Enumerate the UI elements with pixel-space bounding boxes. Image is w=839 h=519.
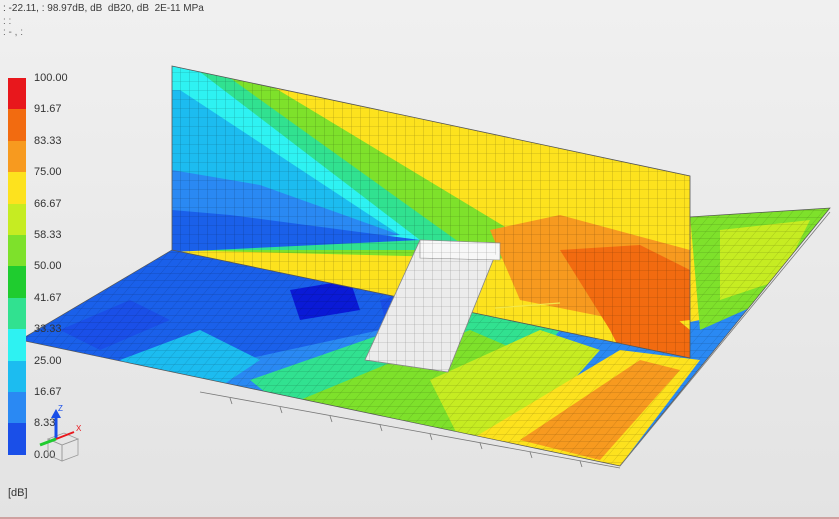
legend-value-label: 91.67 (34, 103, 62, 116)
legend-swatch (8, 423, 26, 455)
legend-value-label: 58.33 (34, 229, 62, 241)
z-axis-label: Z (58, 405, 63, 413)
legend-value-label: 16.67 (34, 386, 62, 398)
legend-value-label: 41.67 (34, 291, 62, 304)
legend-value-label: 100.00 (34, 72, 68, 84)
legend-swatch (8, 297, 26, 330)
legend-swatch (8, 329, 26, 361)
legend-swatch (8, 109, 26, 141)
legend-value-label: 25.00 (34, 354, 62, 367)
legend-swatch (8, 140, 26, 173)
legend-value-label: 50.00 (34, 260, 62, 273)
legend-value-label: 66.67 (34, 197, 62, 210)
legend-value-label: 83.33 (34, 134, 62, 147)
legend-value-label: 75.00 (34, 166, 62, 179)
legend-swatch (8, 391, 26, 424)
legend-swatch (8, 172, 26, 204)
legend-unit: [dB] (8, 487, 28, 499)
coordinate-triad[interactable]: Z X (34, 405, 84, 467)
legend-swatch (8, 78, 26, 110)
color-legend (8, 78, 26, 455)
legend-swatch (8, 203, 26, 235)
contour-plot-viewport[interactable] (0, 0, 839, 519)
x-axis-label: X (76, 424, 82, 433)
legend-swatch (8, 360, 26, 392)
legend-swatch (8, 234, 26, 267)
legend-swatch (8, 266, 26, 298)
legend-value-label: 33.33 (34, 323, 62, 336)
